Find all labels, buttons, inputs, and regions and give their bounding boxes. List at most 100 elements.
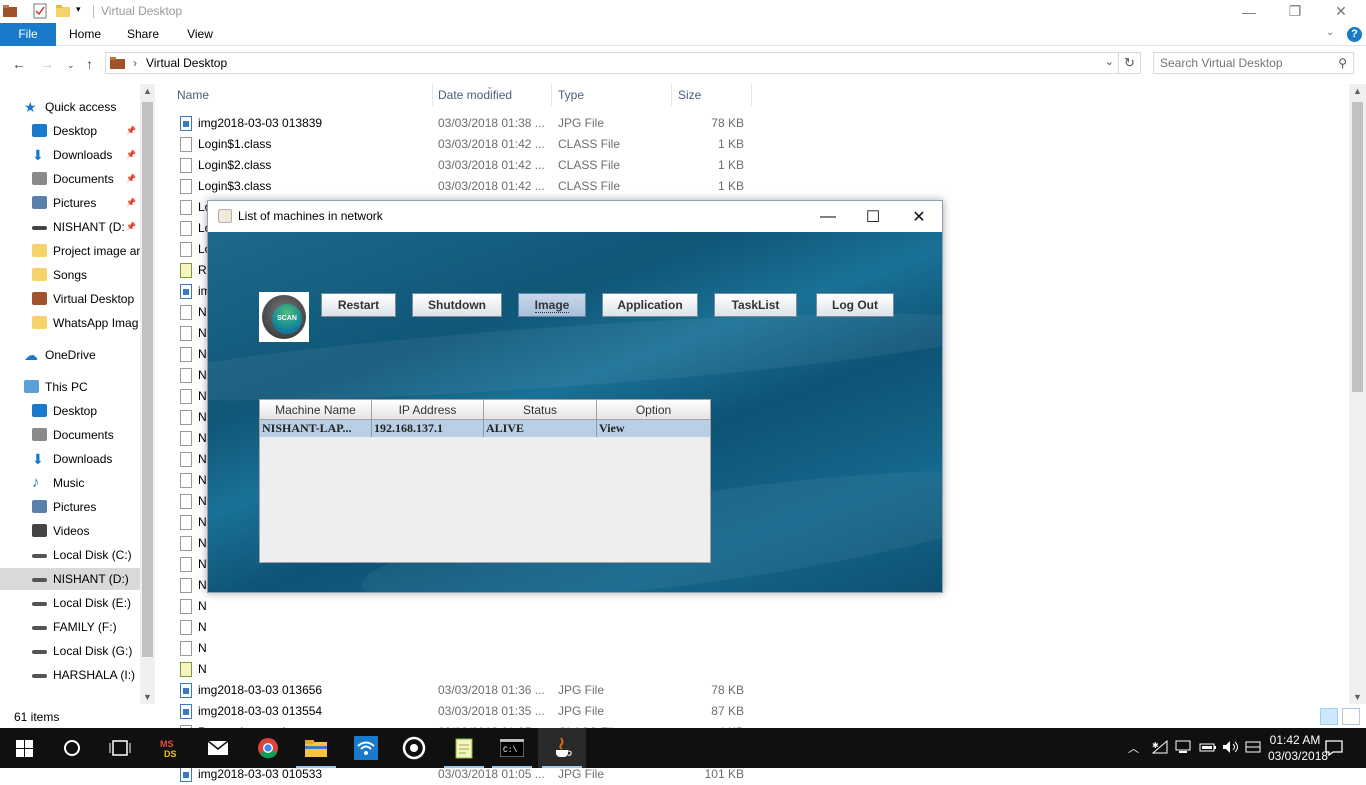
start-button[interactable] bbox=[0, 728, 48, 768]
file-row[interactable]: N bbox=[170, 638, 752, 659]
media-player-button[interactable] bbox=[390, 728, 438, 768]
application-button[interactable]: Application bbox=[602, 293, 698, 317]
column-type[interactable]: Type bbox=[558, 88, 584, 102]
cortana-button[interactable] bbox=[48, 728, 96, 768]
action-center-icon[interactable] bbox=[1325, 740, 1343, 759]
file-row[interactable]: N bbox=[170, 617, 752, 638]
file-row[interactable]: N bbox=[170, 659, 752, 680]
header-option[interactable]: Option bbox=[597, 400, 710, 420]
column-date-modified[interactable]: Date modified bbox=[438, 88, 512, 102]
scroll-thumb[interactable] bbox=[1352, 102, 1363, 392]
image-button[interactable]: Image bbox=[518, 293, 586, 317]
chevron-down-icon[interactable]: ⌄ bbox=[1105, 55, 1114, 68]
mail-button[interactable] bbox=[194, 728, 242, 768]
header-ip-address[interactable]: IP Address bbox=[372, 400, 484, 420]
nav-scrollbar[interactable]: ▲ ▼ bbox=[140, 84, 155, 704]
cmd-button[interactable]: C:\ bbox=[488, 728, 536, 768]
cell-option-view[interactable]: View bbox=[597, 420, 710, 437]
sidebar-item[interactable]: NISHANT (D: 📌 bbox=[0, 216, 140, 238]
column-divider[interactable] bbox=[751, 84, 752, 106]
cell-status[interactable]: ALIVE bbox=[484, 420, 597, 437]
dialog-close-button[interactable]: ✕ bbox=[896, 201, 942, 232]
header-status[interactable]: Status bbox=[484, 400, 597, 420]
ms-app-button[interactable]: MS DS bbox=[146, 728, 194, 768]
sidebar-item[interactable]: Pictures 📌 bbox=[0, 192, 140, 214]
address-bar[interactable]: › Virtual Desktop ⌄ bbox=[105, 52, 1119, 74]
chrome-button[interactable] bbox=[244, 728, 292, 768]
battery-icon[interactable] bbox=[1199, 740, 1217, 757]
breadcrumb[interactable]: Virtual Desktop bbox=[146, 56, 227, 70]
refresh-button[interactable]: ↻ bbox=[1119, 52, 1141, 74]
file-row[interactable]: Login$2.class 03/03/2018 01:42 ... CLASS F… bbox=[170, 155, 752, 176]
sidebar-item[interactable]: NISHANT (D:) bbox=[0, 568, 140, 590]
scroll-thumb[interactable] bbox=[142, 102, 153, 657]
restore-button[interactable]: ❐ bbox=[1272, 0, 1318, 23]
dialog-maximize-button[interactable]: ☐ bbox=[850, 201, 896, 232]
sidebar-item[interactable]: ★ Quick access bbox=[0, 96, 140, 118]
sidebar-item[interactable]: Desktop 📌 bbox=[0, 120, 140, 142]
tab-file[interactable]: File bbox=[0, 23, 56, 46]
tab-share[interactable]: Share bbox=[118, 23, 168, 46]
show-hidden-icons[interactable]: ︿ bbox=[1128, 740, 1139, 756]
sidebar-item[interactable]: Songs bbox=[0, 264, 140, 286]
details-view-button[interactable] bbox=[1320, 708, 1338, 725]
cell-ip-address[interactable]: 192.168.137.1 bbox=[372, 420, 484, 437]
properties-icon[interactable] bbox=[32, 3, 48, 19]
sidebar-item[interactable]: ♪ Music bbox=[0, 472, 140, 494]
back-icon[interactable]: ← bbox=[12, 56, 26, 72]
file-row[interactable]: Login$1.class 03/03/2018 01:42 ... CLASS F… bbox=[170, 134, 752, 155]
sidebar-item[interactable]: Pictures bbox=[0, 496, 140, 518]
help-icon[interactable]: ? bbox=[1347, 27, 1362, 42]
file-explorer-button[interactable] bbox=[292, 728, 340, 768]
java-app-button[interactable] bbox=[538, 728, 586, 768]
scan-button[interactable]: SCAN bbox=[259, 292, 309, 342]
volume-icon[interactable] bbox=[1222, 740, 1240, 757]
tasklist-button[interactable]: TaskList bbox=[714, 293, 797, 317]
column-size[interactable]: Size bbox=[678, 88, 701, 102]
column-divider[interactable] bbox=[671, 84, 672, 106]
large-icons-view-button[interactable] bbox=[1342, 708, 1360, 725]
scroll-up-icon[interactable]: ▲ bbox=[1353, 86, 1362, 96]
close-button[interactable]: ✕ bbox=[1318, 0, 1364, 23]
sidebar-item[interactable]: WhatsApp Imag bbox=[0, 312, 140, 334]
tab-view[interactable]: View bbox=[175, 23, 225, 46]
system-clock[interactable]: 01:42 AM 03/03/2018 bbox=[1268, 732, 1328, 764]
expand-ribbon-icon[interactable]: ⌄ bbox=[1326, 27, 1334, 38]
tab-home[interactable]: Home bbox=[60, 23, 110, 46]
sidebar-item[interactable]: Local Disk (G:) bbox=[0, 640, 140, 662]
file-row[interactable]: N bbox=[170, 596, 752, 617]
header-machine-name[interactable]: Machine Name bbox=[260, 400, 372, 420]
sidebar-item[interactable]: Documents 📌 bbox=[0, 168, 140, 190]
search-box[interactable]: ⚲ bbox=[1153, 52, 1354, 74]
minimize-button[interactable]: — bbox=[1226, 0, 1272, 23]
restart-button[interactable]: Restart bbox=[321, 293, 396, 317]
sidebar-item[interactable]: Documents bbox=[0, 424, 140, 446]
file-row[interactable]: Login$3.class 03/03/2018 01:42 ... CLASS F… bbox=[170, 176, 752, 197]
customize-qat-icon[interactable]: ▾ bbox=[76, 4, 92, 20]
logout-button[interactable]: Log Out bbox=[816, 293, 894, 317]
up-icon[interactable]: ↑ bbox=[86, 56, 93, 72]
scroll-up-icon[interactable]: ▲ bbox=[143, 86, 152, 96]
task-view-button[interactable] bbox=[96, 728, 144, 768]
sidebar-item[interactable]: Desktop bbox=[0, 400, 140, 422]
scroll-down-icon[interactable]: ▼ bbox=[143, 692, 152, 702]
column-divider[interactable] bbox=[551, 84, 552, 106]
display-icon[interactable] bbox=[1175, 740, 1191, 757]
sidebar-item[interactable]: ⬇ Downloads bbox=[0, 448, 140, 470]
sidebar-item[interactable]: This PC bbox=[0, 376, 140, 398]
scroll-down-icon[interactable]: ▼ bbox=[1353, 692, 1362, 702]
notepad-button[interactable] bbox=[440, 728, 488, 768]
sidebar-item[interactable]: Local Disk (C:) bbox=[0, 544, 140, 566]
search-input[interactable] bbox=[1160, 56, 1330, 70]
file-row[interactable]: img2018-03-03 013839 03/03/2018 01:38 ...… bbox=[170, 113, 752, 134]
network-icon[interactable]: ✱ bbox=[1151, 739, 1168, 757]
language-icon[interactable] bbox=[1245, 740, 1261, 757]
sidebar-item[interactable]: FAMILY (F:) bbox=[0, 616, 140, 638]
file-list-scrollbar[interactable]: ▲ ▼ bbox=[1349, 84, 1366, 704]
sidebar-item[interactable]: Project image ar bbox=[0, 240, 140, 262]
sidebar-item[interactable]: ⬇ Downloads 📌 bbox=[0, 144, 140, 166]
column-name[interactable]: Name bbox=[177, 88, 209, 102]
sidebar-item[interactable]: ☁ OneDrive bbox=[0, 344, 140, 366]
sidebar-item[interactable]: HARSHALA (I:) bbox=[0, 664, 140, 686]
recent-locations-icon[interactable]: ⌄ bbox=[67, 60, 75, 71]
